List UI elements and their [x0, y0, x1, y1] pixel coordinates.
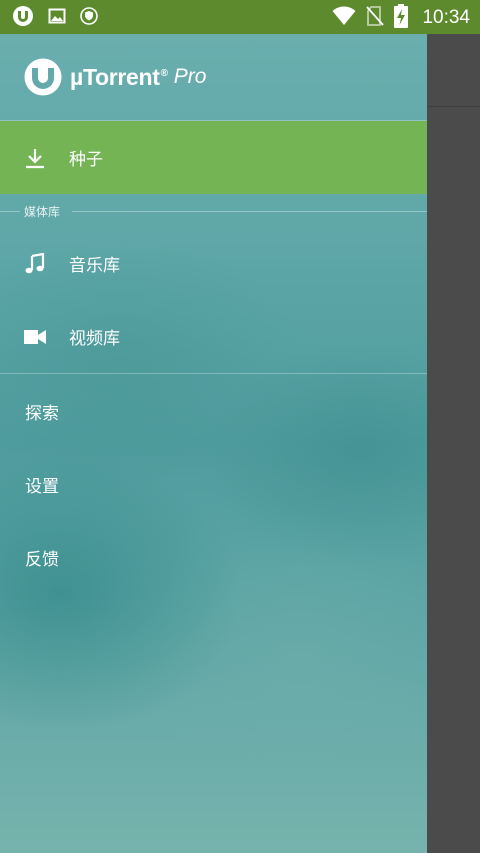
no-sim-icon	[366, 5, 385, 31]
battery-charging-icon	[394, 4, 409, 32]
download-icon	[24, 147, 46, 169]
status-time: 10:34	[422, 7, 470, 28]
registered-mark: ®	[160, 67, 168, 79]
nav-item-torrents[interactable]: 种子	[0, 121, 427, 194]
nav-item-label: 视频库	[69, 329, 120, 349]
nav-item-music-library[interactable]: 音乐库	[0, 227, 427, 300]
nav-item-feedback[interactable]: 反馈	[0, 521, 427, 594]
nav-item-label: 种子	[69, 150, 103, 170]
drawer-scrim[interactable]	[427, 34, 480, 853]
brand-suffix: Pro	[173, 65, 207, 88]
brand-name: µTorrent®	[70, 63, 168, 90]
nav-item-label: 音乐库	[69, 256, 120, 276]
nav-item-label: 反馈	[25, 550, 59, 570]
image-notification-icon	[48, 7, 66, 29]
shield-notification-icon	[80, 7, 98, 29]
media-section-divider	[0, 373, 427, 374]
nav-item-label: 设置	[25, 477, 59, 497]
media-section-header: 媒体库	[0, 202, 427, 222]
app-screen: 10:34 µTorrent® Pro 种子 媒体库 音乐库 视频库 探索 设置…	[0, 0, 480, 853]
video-camera-icon	[24, 326, 46, 348]
navigation-drawer: µTorrent® Pro 种子 媒体库 音乐库 视频库 探索 设置 反馈	[0, 34, 427, 853]
nav-item-video-library[interactable]: 视频库	[0, 300, 427, 373]
nav-item-explore[interactable]: 探索	[0, 375, 427, 448]
drawer-header: µTorrent® Pro	[0, 34, 427, 120]
status-bar: 10:34	[0, 0, 480, 34]
scrim-toolbar-divider	[427, 106, 480, 107]
utorrent-logo-icon	[24, 58, 62, 96]
wifi-icon	[332, 6, 356, 30]
section-line	[0, 211, 20, 212]
section-title: 媒体库	[24, 205, 61, 219]
nav-item-label: 探索	[25, 404, 59, 424]
app-logo: µTorrent® Pro	[24, 58, 206, 96]
section-line	[72, 211, 427, 212]
nav-item-settings[interactable]: 设置	[0, 448, 427, 521]
music-note-icon	[24, 252, 46, 275]
utorrent-notification-icon	[12, 5, 34, 31]
